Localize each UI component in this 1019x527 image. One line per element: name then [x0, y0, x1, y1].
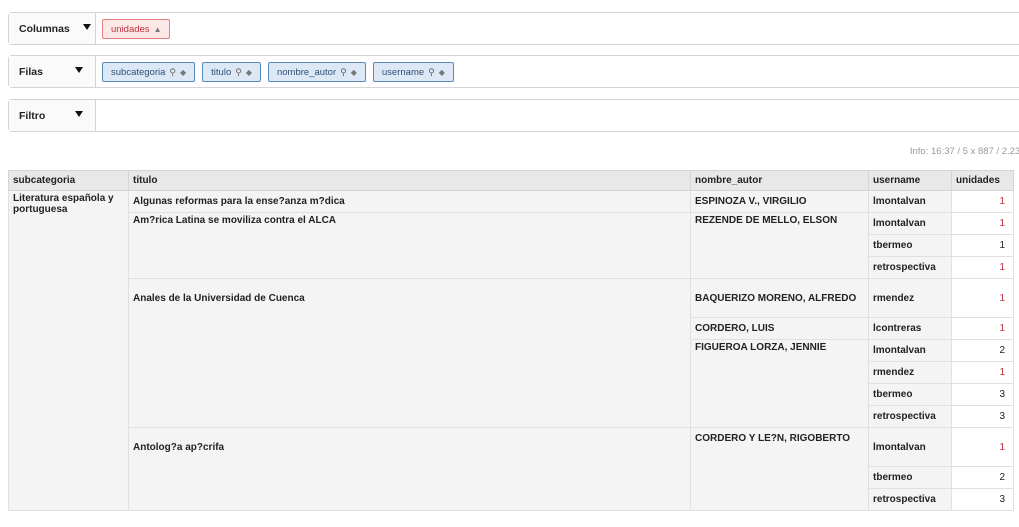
search-icon[interactable]: ⚲ — [428, 67, 435, 78]
rows-chip-username[interactable]: username ⚲ ◆ — [372, 62, 454, 82]
sort-icon[interactable]: ◆ — [246, 68, 252, 77]
unidades-cell: 1 — [951, 278, 1014, 318]
table-row: Am?rica Latina se moviliza contra el ALC… — [9, 212, 1014, 279]
autor-cell: BAQUERIZO MORENO, ALFREDO — [690, 278, 869, 318]
unidades-cell: 2 — [951, 466, 1014, 489]
header-subcategoria[interactable]: subcategoria — [8, 170, 129, 191]
autor-cell: ESPINOZA V., VIRGILIO — [690, 190, 869, 213]
search-icon[interactable]: ⚲ — [340, 67, 347, 78]
header-row: subcategoria titulo nombre_autor usernam… — [8, 170, 1014, 191]
subcategoria-cell: Literatura española y portuguesa — [8, 190, 129, 511]
chip-label: unidades — [111, 23, 150, 35]
username-cell: lmontalvan — [868, 339, 952, 362]
titulo-cell: Algunas reformas para la ense?anza m?dic… — [128, 190, 691, 213]
table-row: Antolog?a ap?crifa CORDERO Y LE?N, RIGOB… — [9, 427, 1014, 511]
username-cell: retrospectiva — [868, 488, 952, 511]
caret-down-icon — [75, 67, 83, 73]
sort-icon[interactable]: ◆ — [180, 68, 186, 77]
username-cell: lmontalvan — [868, 427, 952, 467]
sort-icon[interactable]: ◆ — [439, 68, 445, 77]
header-unidades[interactable]: unidades — [951, 170, 1014, 191]
filter-bar: Filtro — [8, 99, 1019, 132]
unidades-cell: 1 — [951, 317, 1014, 340]
header-titulo[interactable]: titulo — [128, 170, 691, 191]
autor-cell: FIGUEROA LORZA, JENNIE — [690, 339, 869, 428]
columns-chip-unidades[interactable]: unidades ▲︎ — [102, 19, 171, 39]
username-cell: retrospectiva — [868, 256, 952, 279]
unidades-cell: 1 — [951, 256, 1014, 279]
username-cell: retrospectiva — [868, 405, 952, 428]
table-row: Literatura española y portuguesa Algunas… — [8, 190, 1014, 511]
unidades-cell: 1 — [951, 234, 1014, 257]
username-cell: lcontreras — [868, 317, 952, 340]
filter-label: Filtro — [19, 109, 46, 122]
unidades-cell: 1 — [951, 212, 1014, 235]
chip-label: nombre_autor — [276, 66, 337, 78]
rows-chip-titulo[interactable]: titulo ⚲ ◆ — [202, 62, 261, 82]
search-icon[interactable]: ⚲ — [235, 67, 242, 78]
sort-icon[interactable]: ◆ — [351, 68, 357, 77]
columns-label: Columnas — [19, 22, 70, 35]
unidades-cell: 3 — [951, 383, 1014, 406]
autor-cell: CORDERO, LUIS — [690, 317, 869, 340]
autor-cell: CORDERO Y LE?N, RIGOBERTO — [690, 427, 869, 511]
unidades-cell: 1 — [951, 190, 1014, 213]
info-text: Info: 16:37 / 5 x 887 / 2.23s — [909, 146, 1019, 157]
username-cell: rmendez — [868, 361, 952, 384]
rows-dropdown[interactable]: Filas — [9, 56, 96, 87]
chip-label: subcategoria — [111, 66, 166, 78]
unidades-cell: 3 — [951, 405, 1014, 428]
sort-icon[interactable]: ▲︎ — [154, 25, 162, 34]
username-cell: tbermeo — [868, 466, 952, 489]
search-icon[interactable]: ⚲ — [169, 67, 176, 78]
titulo-cell: Am?rica Latina se moviliza contra el ALC… — [128, 212, 691, 279]
unidades-cell: 2 — [951, 339, 1014, 362]
caret-down-icon — [83, 24, 91, 30]
rows-bar: Filas subcategoria ⚲ ◆ titulo ⚲ ◆ nombre… — [8, 55, 1019, 88]
unidades-cell: 3 — [951, 488, 1014, 511]
caret-down-icon — [75, 111, 83, 117]
username-cell: rmendez — [868, 278, 952, 318]
table-row: Anales de la Universidad de Cuenca BAQUE… — [9, 278, 1014, 428]
autor-cell: REZENDE DE MELLO, ELSON — [690, 212, 869, 279]
rows-chip-nombre-autor[interactable]: nombre_autor ⚲ ◆ — [267, 62, 366, 82]
header-nombre-autor[interactable]: nombre_autor — [690, 170, 869, 191]
columns-dropdown[interactable]: Columnas — [9, 13, 96, 44]
unidades-cell: 1 — [951, 361, 1014, 384]
columns-bar: Columnas unidades ▲︎ — [8, 12, 1019, 45]
username-cell: lmontalvan — [868, 212, 952, 235]
header-username[interactable]: username — [868, 170, 952, 191]
rows-chip-subcategoria[interactable]: subcategoria ⚲ ◆ — [102, 62, 196, 82]
username-cell: lmontalvan — [868, 190, 952, 213]
chip-label: titulo — [211, 66, 232, 78]
rows-label: Filas — [19, 65, 43, 78]
chip-label: username — [381, 66, 425, 78]
username-cell: tbermeo — [868, 234, 952, 257]
filter-dropdown[interactable]: Filtro — [9, 100, 96, 131]
username-cell: tbermeo — [868, 383, 952, 406]
titulo-cell: Antolog?a ap?crifa — [128, 427, 691, 511]
unidades-cell: 1 — [951, 427, 1014, 467]
titulo-cell: Anales de la Universidad de Cuenca — [128, 278, 691, 428]
pivot-table: subcategoria titulo nombre_autor usernam… — [8, 170, 1014, 511]
